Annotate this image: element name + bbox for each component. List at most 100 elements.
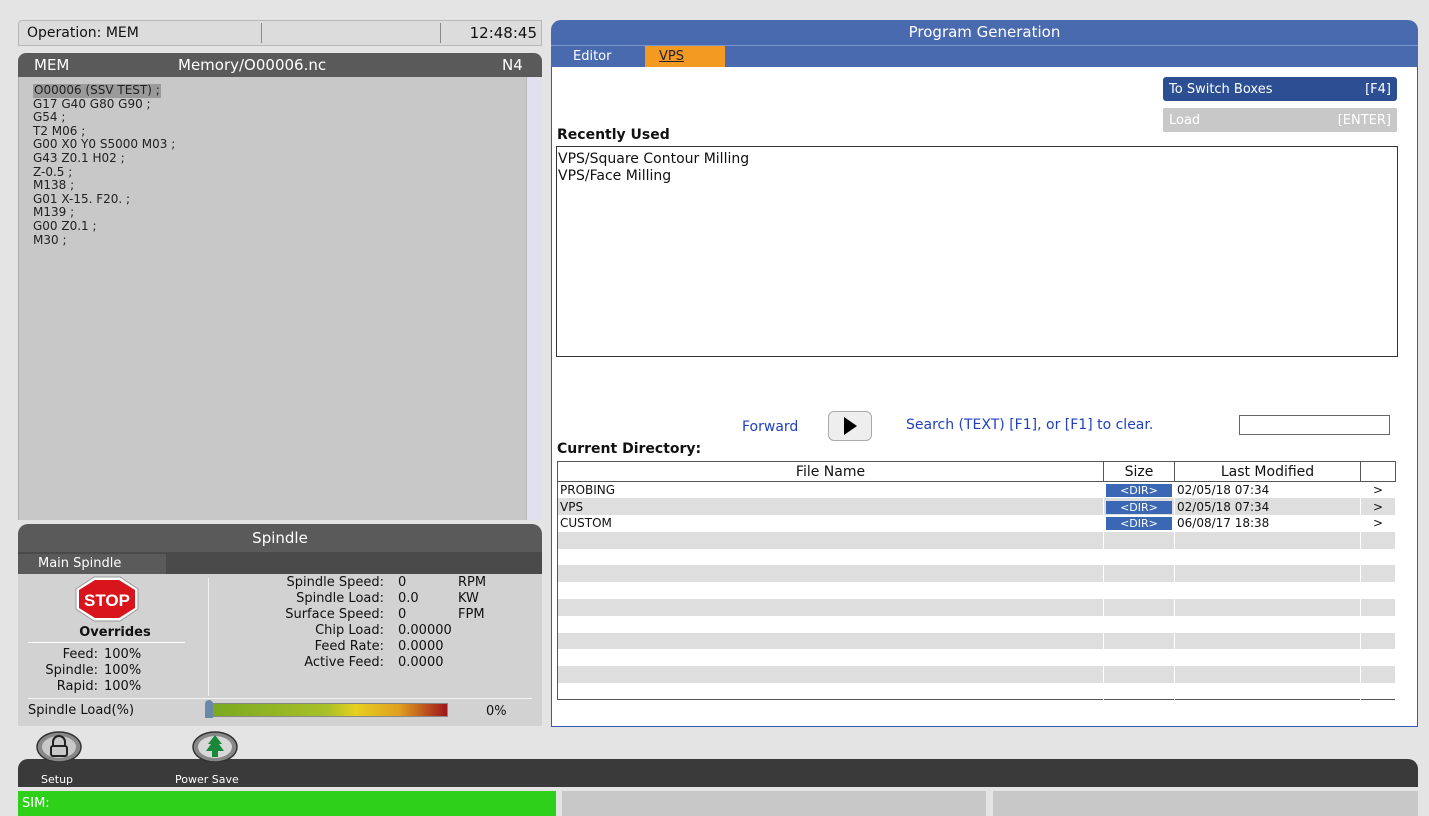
- chevron-right-icon[interactable]: >: [1360, 498, 1396, 516]
- code-line[interactable]: M138 ;: [33, 178, 74, 192]
- file-modified: 02/05/18 07:34: [1174, 498, 1361, 516]
- stat-chip-load: Chip Load: 0.00000: [315, 623, 452, 638]
- dir-badge: <DIR>: [1106, 500, 1172, 514]
- file-modified: 06/08/17 18:38: [1174, 515, 1361, 532]
- operation-mode: Operation: MEM: [19, 23, 262, 43]
- code-line[interactable]: G43 Z0.1 H02 ;: [33, 151, 125, 165]
- spindle-horizontal-divider: [28, 698, 532, 699]
- stat-spindle-load: Spindle Load: 0.0 KW: [296, 591, 479, 606]
- stop-sign-icon: STOP: [75, 576, 139, 622]
- code-line[interactable]: G00 Z0.1 ;: [33, 219, 97, 233]
- code-line[interactable]: O00006 (SSV TEST) ;: [33, 83, 161, 98]
- file-table: File Name Size Last Modified PROBING <DIR…: [557, 461, 1396, 701]
- file-name: PROBING: [557, 481, 1104, 499]
- code-line[interactable]: G00 X0 Y0 S5000 M03 ;: [33, 137, 175, 152]
- switch-boxes-button[interactable]: To Switch Boxes [F4]: [1163, 77, 1397, 101]
- program-code-panel[interactable]: O00006 (SSV TEST) ; G17 G40 G80 G90 ; G54 …: [18, 77, 542, 520]
- load-key: [ENTER]: [1337, 112, 1391, 128]
- code-line[interactable]: T2 M06 ;: [33, 124, 85, 138]
- dir-badge: <DIR>: [1106, 484, 1172, 498]
- spindle-title: Spindle: [18, 524, 542, 552]
- switch-boxes-label: To Switch Boxes: [1169, 81, 1273, 97]
- overrides-title: Overrides: [79, 625, 151, 640]
- load-button[interactable]: Load [ENTER]: [1163, 108, 1397, 132]
- column-file-name[interactable]: File Name: [557, 461, 1104, 482]
- empty-row: [557, 531, 1396, 549]
- empty-row: [557, 548, 1396, 566]
- load-label: Load: [1169, 112, 1201, 128]
- stat-feed-rate: Feed Rate: 0.0000: [314, 639, 444, 654]
- empty-row: [557, 649, 1396, 667]
- program-header: MEM Memory/O00006.nc N4: [18, 53, 542, 77]
- code-line[interactable]: G01 X-15. F20. ;: [33, 192, 130, 206]
- current-directory-title: Current Directory:: [557, 441, 702, 457]
- column-last-modified[interactable]: Last Modified: [1174, 461, 1361, 482]
- stat-spindle-speed: Spindle Speed: 0 RPM: [286, 575, 487, 590]
- file-row[interactable]: VPS <DIR> 02/05/18 07:34 >: [557, 498, 1396, 516]
- search-instructions: Search (TEXT) [F1], or [F1] to clear.: [906, 417, 1154, 433]
- status-blank: [262, 23, 441, 43]
- program-mode: MEM: [34, 56, 70, 74]
- empty-row: [557, 683, 1396, 700]
- empty-row: [557, 599, 1396, 616]
- file-row[interactable]: CUSTOM <DIR> 06/08/17 18:38 >: [557, 515, 1396, 532]
- code-line[interactable]: M139 ;: [33, 205, 74, 220]
- lock-icon[interactable]: [36, 730, 82, 762]
- code-line[interactable]: M30 ;: [33, 233, 66, 247]
- overrides-divider: [28, 642, 185, 643]
- recent-item[interactable]: VPS/Square Contour Milling: [558, 151, 1397, 168]
- recently-used-title: Recently Used: [557, 127, 670, 143]
- sim-status: SIM:: [18, 791, 556, 816]
- program-generation-title: Program Generation: [551, 20, 1418, 45]
- empty-row: [557, 666, 1396, 684]
- file-rows: PROBING <DIR> 02/05/18 07:34 > VPS <DIR> 02/05…: [557, 481, 1396, 700]
- spindle-load-label: Spindle Load(%): [28, 703, 135, 718]
- override-feed: Feed: 100%: [62, 647, 142, 662]
- stat-active-feed: Active Feed: 0.0000: [304, 655, 444, 670]
- forward-button[interactable]: [828, 411, 872, 441]
- play-arrow-icon: [844, 417, 857, 435]
- column-blank: [1360, 461, 1396, 482]
- file-table-header: File Name Size Last Modified: [557, 461, 1396, 482]
- override-spindle: Spindle: 100%: [45, 663, 142, 678]
- code-line[interactable]: G54 ;: [33, 110, 65, 124]
- empty-row: [557, 565, 1396, 583]
- code-scrollbar[interactable]: [526, 77, 542, 520]
- file-modified: 02/05/18 07:34: [1174, 481, 1361, 499]
- switch-boxes-key: [F4]: [1365, 81, 1391, 97]
- search-input[interactable]: [1239, 415, 1390, 435]
- recently-used-list[interactable]: VPS/Square Contour Milling VPS/Face Mill…: [556, 146, 1398, 357]
- status-field-2: [562, 791, 986, 816]
- tab-main-spindle[interactable]: Main Spindle: [18, 554, 166, 574]
- stop-label: STOP: [84, 591, 130, 610]
- spindle-load-indicator: [205, 700, 213, 718]
- spindle-tab-row: Main Spindle: [18, 552, 542, 574]
- chevron-right-icon[interactable]: >: [1360, 481, 1396, 499]
- file-row[interactable]: PROBING <DIR> 02/05/18 07:34 >: [557, 481, 1396, 499]
- spindle-load-percent: 0%: [486, 704, 507, 719]
- setup-label: Setup: [41, 773, 74, 786]
- program-generation-tabs: Editor VPS: [551, 45, 1418, 67]
- tab-editor[interactable]: Editor: [559, 46, 625, 67]
- override-rapid: Rapid: 100%: [56, 679, 142, 694]
- empty-row: [557, 632, 1396, 650]
- spindle-load-bar: [206, 703, 448, 717]
- stat-surface-speed: Surface Speed: 0 FPM: [285, 607, 485, 622]
- clock: 12:48:45: [469, 24, 537, 42]
- recent-item[interactable]: VPS/Face Milling: [558, 168, 1397, 185]
- power-save-tree-icon[interactable]: [192, 730, 238, 762]
- code-line[interactable]: G17 G40 G80 G90 ;: [33, 97, 151, 111]
- dir-badge: <DIR>: [1106, 517, 1172, 531]
- code-line[interactable]: Z-0.5 ;: [33, 165, 72, 179]
- tab-vps[interactable]: VPS: [645, 46, 725, 67]
- file-name: VPS: [557, 498, 1104, 516]
- empty-row: [557, 615, 1396, 633]
- code-lines: O00006 (SSV TEST) ; G17 G40 G80 G90 ; G54 …: [33, 83, 175, 247]
- operation-status-bar: Operation: MEM 12:48:45: [18, 20, 542, 46]
- forward-label: Forward: [742, 419, 799, 435]
- program-path: Memory/O00006.nc: [178, 56, 327, 74]
- file-name: CUSTOM: [557, 515, 1104, 532]
- power-save-label: Power Save: [175, 773, 239, 786]
- column-size[interactable]: Size: [1103, 461, 1175, 482]
- chevron-right-icon[interactable]: >: [1360, 515, 1396, 532]
